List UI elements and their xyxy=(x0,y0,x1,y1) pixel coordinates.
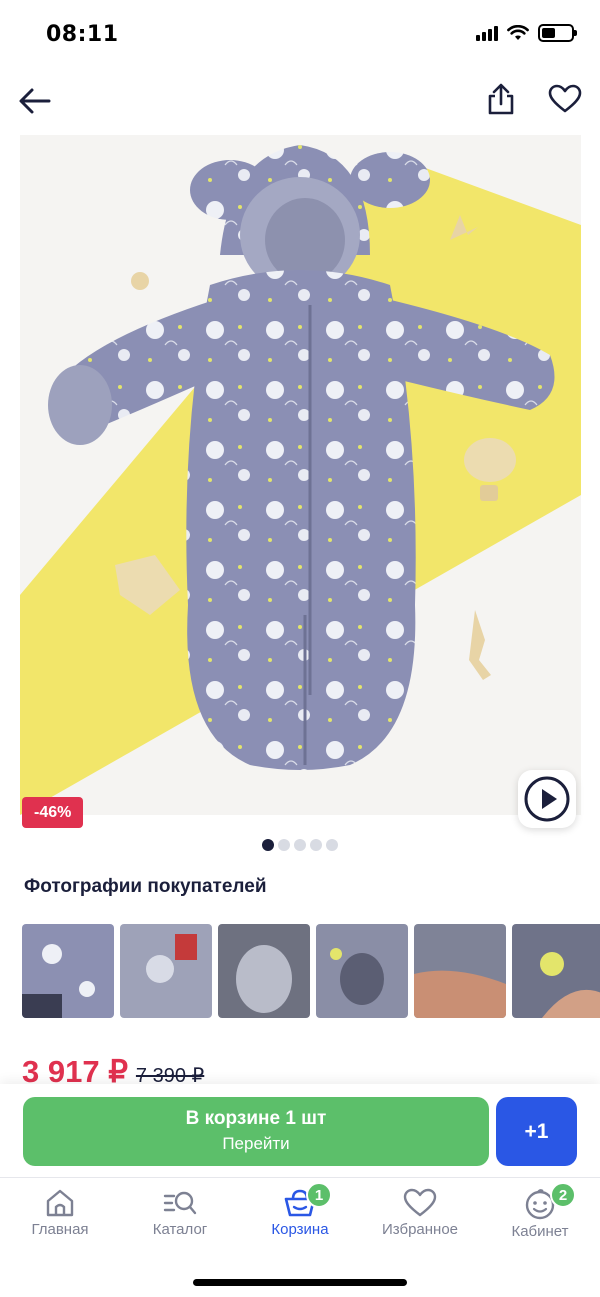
favorite-button[interactable] xyxy=(544,78,586,120)
customer-photo[interactable] xyxy=(414,924,506,1018)
go-to-cart-button[interactable]: В корзине 1 шт Перейти xyxy=(23,1097,489,1166)
battery-icon xyxy=(538,24,577,42)
cart-button-subtitle: Перейти xyxy=(222,1134,290,1153)
tab-home[interactable]: Главная xyxy=(0,1178,120,1247)
tab-catalog[interactable]: Каталог xyxy=(120,1178,240,1247)
status-bar: 08:11 xyxy=(0,0,600,72)
tab-cart[interactable]: Корзина 1 xyxy=(240,1178,360,1247)
customer-photo[interactable] xyxy=(218,924,310,1018)
profile-notification-badge: 2 xyxy=(550,1182,576,1208)
image-pager xyxy=(0,839,600,851)
customer-photo[interactable] xyxy=(512,924,600,1018)
tab-bar: Главная Каталог Корзина 1 Избранное Каби… xyxy=(0,1177,600,1247)
customer-photos-title: Фотографии покупателей xyxy=(24,876,267,897)
tab-favorites[interactable]: Избранное xyxy=(360,1178,480,1247)
pager-dot[interactable] xyxy=(294,839,306,851)
heart-icon xyxy=(548,84,582,113)
customer-photo[interactable] xyxy=(316,924,408,1018)
tab-label: Корзина xyxy=(271,1221,329,1238)
customer-photo[interactable] xyxy=(120,924,212,1018)
tab-label: Избранное xyxy=(381,1221,459,1238)
tab-label: Кабинет xyxy=(511,1223,569,1240)
home-indicator xyxy=(193,1279,407,1286)
heart-icon xyxy=(403,1188,437,1217)
cart-count-badge: 1 xyxy=(306,1182,332,1208)
play-icon xyxy=(524,776,570,822)
tab-profile[interactable]: Кабинет 2 xyxy=(480,1178,600,1247)
status-time: 08:11 xyxy=(46,22,119,47)
top-nav-bar xyxy=(0,72,600,128)
tab-label: Главная xyxy=(31,1221,89,1238)
pager-dot[interactable] xyxy=(310,839,322,851)
product-photo xyxy=(20,135,581,815)
cart-button-title: В корзине 1 шт xyxy=(185,1108,327,1129)
status-icons xyxy=(476,24,577,42)
pager-dot[interactable] xyxy=(326,839,338,851)
play-video-button[interactable] xyxy=(518,770,576,828)
wifi-icon xyxy=(507,25,529,40)
catalog-icon xyxy=(163,1191,197,1215)
pager-dot[interactable] xyxy=(262,839,274,851)
share-button[interactable] xyxy=(480,78,522,120)
home-icon xyxy=(46,1189,74,1217)
product-image[interactable] xyxy=(20,135,581,815)
add-one-more-button[interactable]: +1 xyxy=(496,1097,577,1166)
tab-label: Каталог xyxy=(152,1221,208,1238)
back-button[interactable] xyxy=(14,80,56,122)
signal-icon xyxy=(476,25,498,41)
customer-photo[interactable] xyxy=(22,924,114,1018)
customer-photos-row xyxy=(22,924,600,1018)
share-icon xyxy=(488,83,514,115)
pager-dot[interactable] xyxy=(278,839,290,851)
discount-badge: -46% xyxy=(22,797,84,828)
arrow-left-icon xyxy=(19,88,51,114)
